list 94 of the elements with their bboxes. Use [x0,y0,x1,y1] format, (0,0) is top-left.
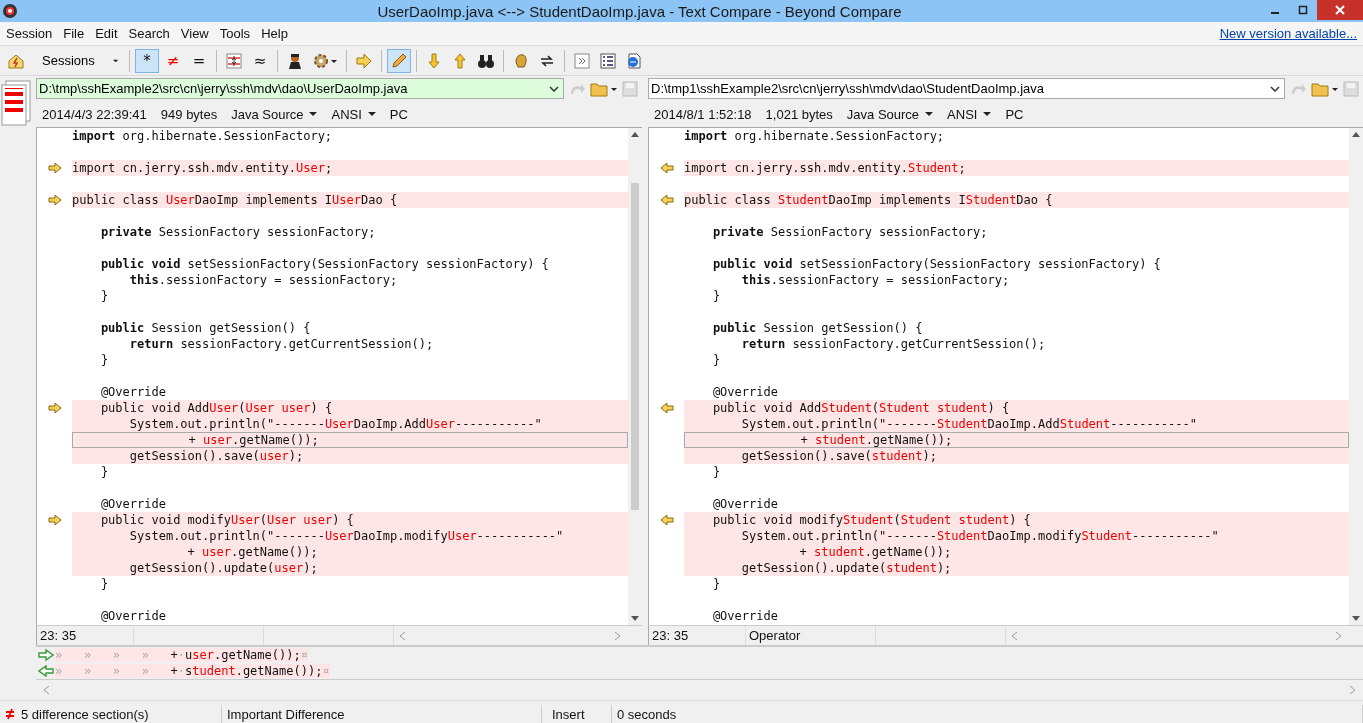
code-line: public void setSessionFactory(SessionFactory sessionFactory) { [711,256,1162,272]
difference-arrow-icon[interactable] [659,194,674,206]
difference-type: Important Difference [222,705,542,723]
update-link[interactable]: New version available... [1219,26,1357,41]
scroll-left-icon[interactable] [400,631,405,640]
menu-item[interactable]: Tools [214,26,256,41]
menu-item[interactable]: File [58,26,90,41]
scrollbar-thumb[interactable] [631,183,639,510]
scroll-right-icon[interactable] [1336,631,1341,640]
difference-arrow-icon[interactable] [47,194,62,206]
caret-icon [112,58,118,63]
file-date: 2014/4/3 22:39:41 [42,106,147,122]
difference-arrow-icon[interactable] [659,514,674,526]
caret-icon [309,112,318,116]
difference-count: 5 difference section(s) [21,706,149,722]
line-ending: PC [1005,106,1024,122]
window-title: UserDaoImp.java <--> StudentDaoImp.java - Text Compare - Beyond Compare [376,2,903,20]
vertical-scrollbar[interactable] [628,128,642,625]
arrow-left-icon [38,665,54,677]
caret-icon [983,112,992,116]
close-button[interactable] [1317,0,1363,20]
code-line: public Session getSession() { [99,320,312,336]
code-line: } [99,576,110,592]
scroll-right-icon[interactable] [615,631,620,640]
menu-item[interactable]: Edit [90,26,123,41]
code-line: this.sessionFactory = sessionFactory; [740,272,1011,288]
edit-mode: Insert [542,705,612,723]
code-line: @Override [99,608,167,624]
menu-item[interactable]: Session [1,26,58,41]
path-field[interactable]: D:\tmp\sshExample2\src\cn\jerry\ssh\mdv\dao\UserDaoImp.java [36,78,564,99]
close-icon [1335,5,1345,15]
line-ending: PC [389,106,408,122]
code-line: } [99,352,110,368]
code-line: @Override [711,384,779,400]
path-field[interactable]: D:\tmp1\sshExample2\src\cn\jerry\ssh\mdv\dao\StudentDaoImp.java [648,78,1285,99]
code-line: private SessionFactory sessionFactory; [711,224,989,240]
difference-arrow-icon[interactable] [659,402,674,414]
scroll-down-icon[interactable] [631,616,639,621]
overview-icon [0,80,32,126]
code-line: private SessionFactory sessionFactory; [99,224,377,240]
caret-icon[interactable] [1270,85,1280,92]
file-size: 1,021 bytes [765,106,833,122]
menu-item[interactable]: View [175,26,214,41]
caret-icon [925,112,934,116]
scroll-right-icon[interactable] [1350,686,1355,694]
filter-button[interactable]: ≠ [161,48,185,73]
app-logo-icon [2,3,18,19]
maximize-icon [1298,5,1308,15]
code-line: @Override [711,608,779,624]
code-line: import org.hibernate.SessionFactory; [72,128,334,144]
caret-icon [367,112,376,116]
minimize-icon [1271,12,1279,14]
scroll-left-icon[interactable] [44,686,49,694]
scroll-up-icon[interactable] [1352,132,1360,137]
code-line: @Override [711,496,779,512]
pencil-icon[interactable] [387,48,411,73]
code-line: @Override [99,496,167,512]
code-line: } [99,464,110,480]
filter-button[interactable]: * [135,48,159,73]
not-equal-icon [5,708,15,720]
code-line: public Session getSession() { [711,320,924,336]
difference-arrow-icon[interactable] [659,162,674,174]
similar-button[interactable]: ≈ [248,48,272,73]
arrow-right-icon [38,649,54,661]
filter-button[interactable]: = [187,48,211,73]
code-line: return sessionFactory.getCurrentSession(); [128,336,435,352]
code-line: } [711,288,722,304]
file-size: 949 bytes [160,106,218,122]
file-date: 2014/8/1 1:52:18 [654,106,752,122]
scroll-left-icon[interactable] [1012,631,1017,640]
menu-item[interactable]: Search [123,26,175,41]
format-dropdown[interactable]: Java Source [846,106,934,122]
code-line: return sessionFactory.getCurrentSession(); [740,336,1047,352]
encoding-dropdown[interactable]: ANSI [947,106,992,122]
sessions-dropdown[interactable]: Sessions [30,48,124,73]
scroll-down-icon[interactable] [1352,616,1360,621]
difference-arrow-icon[interactable] [47,402,62,414]
code-line: public void setSessionFactory(SessionFactory sessionFactory) { [99,256,550,272]
vertical-scrollbar[interactable] [1349,128,1363,625]
elapsed-time: 0 seconds [612,705,1363,723]
caret-icon[interactable] [549,85,559,92]
code-line: @Override [99,384,167,400]
code-line: } [711,576,722,592]
menu-item[interactable]: Help [256,26,293,41]
difference-arrow-icon[interactable] [47,162,62,174]
code-line: import org.hibernate.SessionFactory; [684,128,946,144]
code-line: } [711,352,722,368]
encoding-dropdown[interactable]: ANSI [331,106,376,122]
code-line: } [99,288,110,304]
difference-arrow-icon[interactable] [47,514,62,526]
format-dropdown[interactable]: Java Source [231,106,318,122]
code-line: this.sessionFactory = sessionFactory; [128,272,399,288]
scroll-up-icon[interactable] [631,132,639,137]
code-line: } [711,464,722,480]
